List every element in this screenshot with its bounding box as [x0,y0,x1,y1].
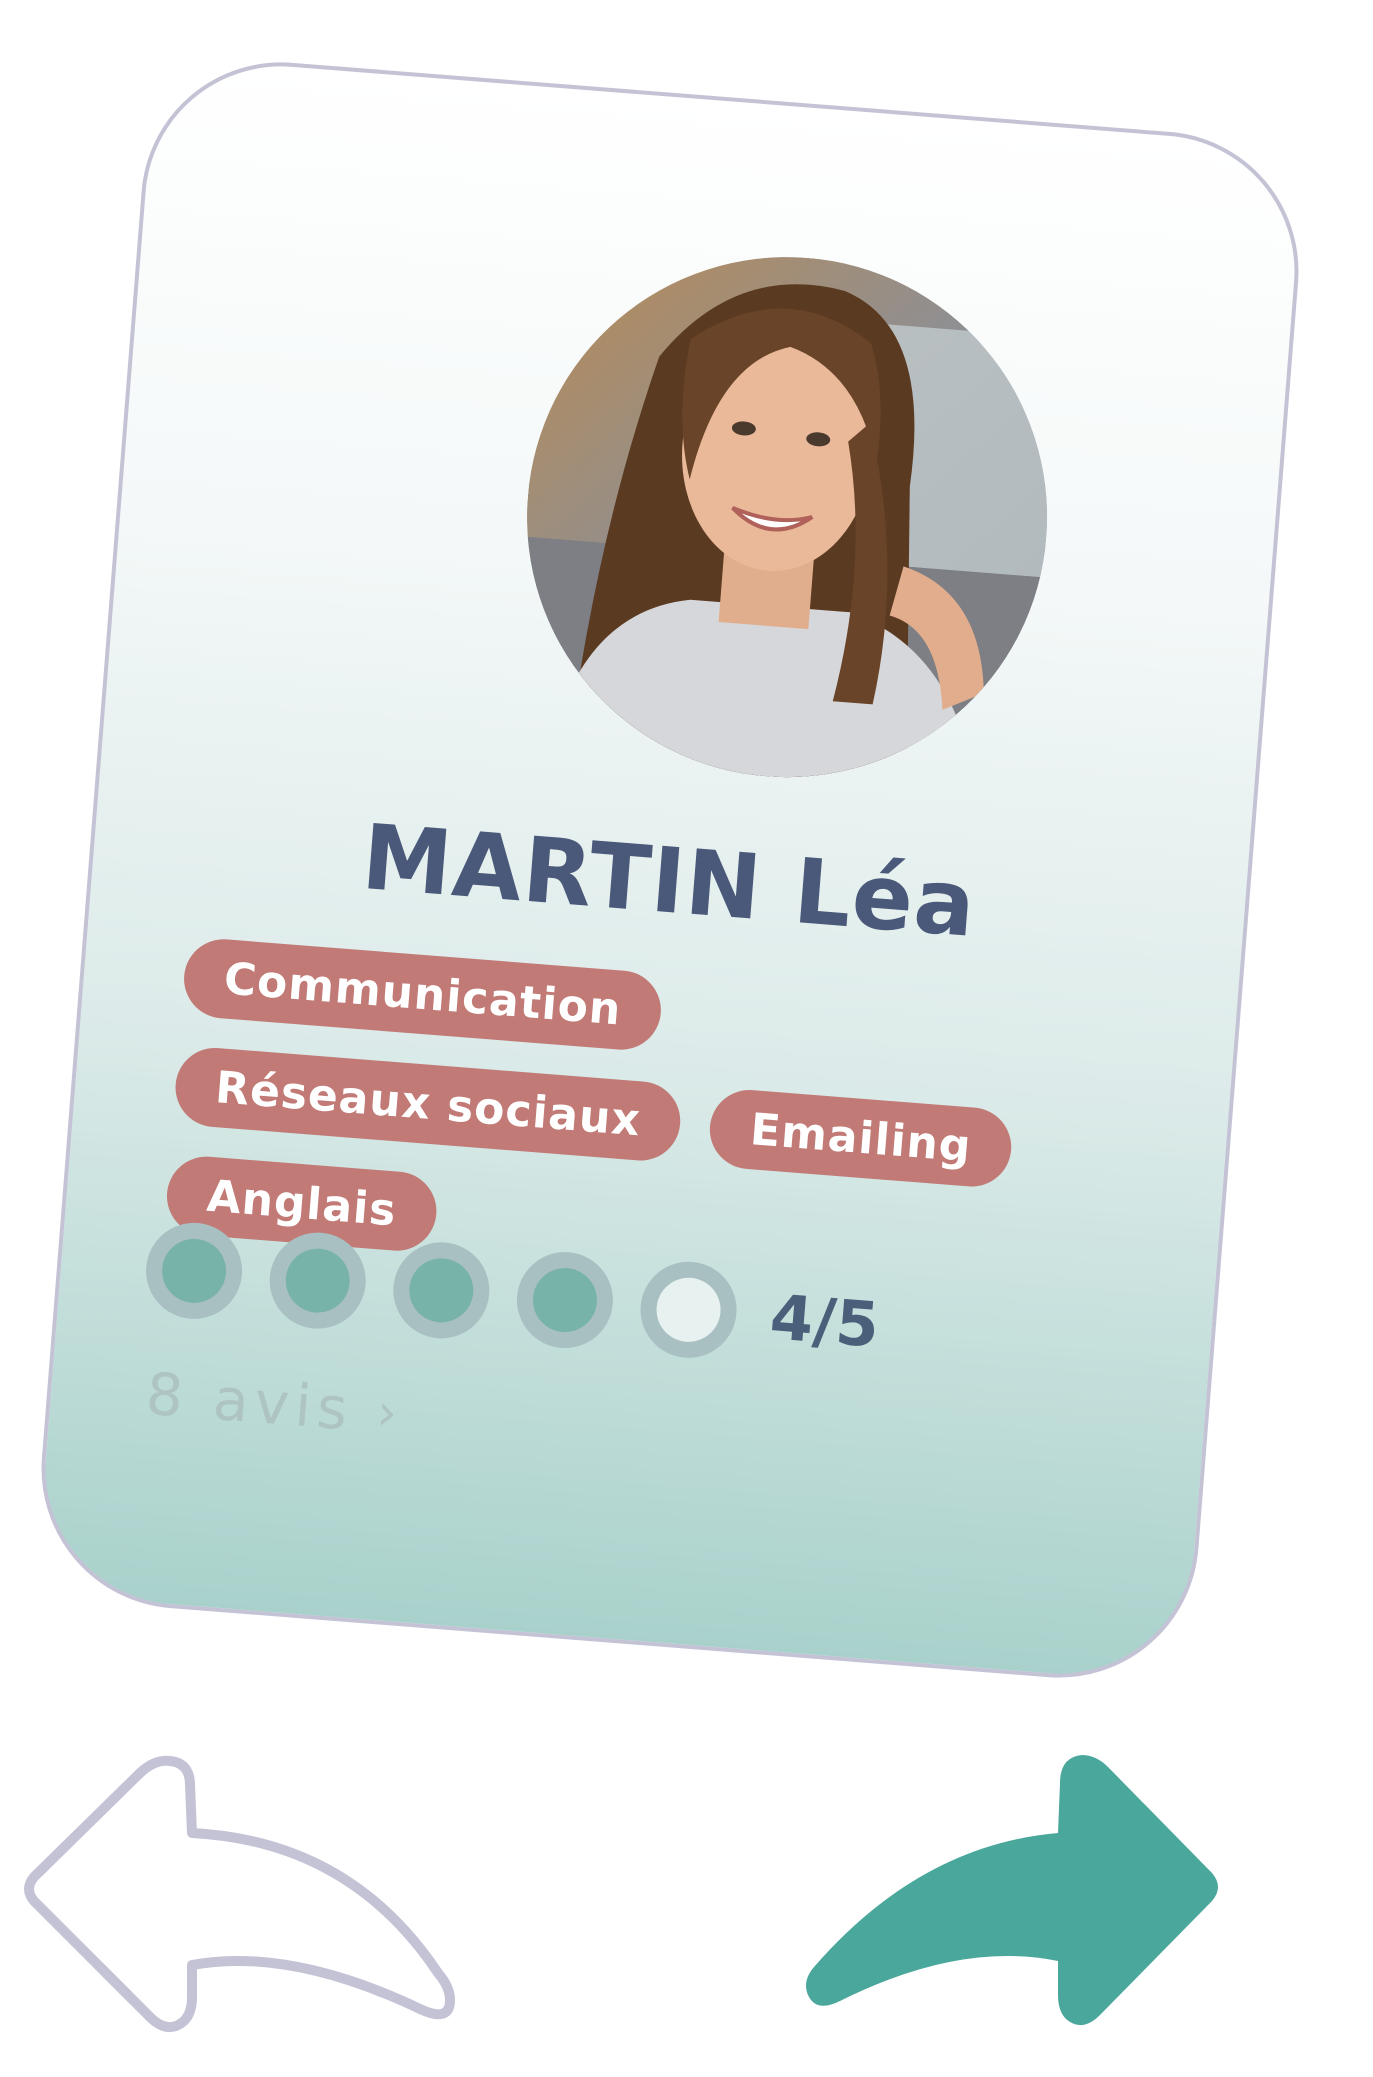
profile-photo [507,237,1067,797]
profile-card[interactable]: MARTIN Léa Communication Réseaux sociaux… [30,51,1310,1689]
reviews-count: 8 avis [143,1359,356,1444]
arrow-forward-icon[interactable] [800,1755,1230,2075]
arrow-back-icon[interactable] [20,1755,460,2077]
screen: MARTIN Léa Communication Réseaux sociaux… [0,0,1373,2077]
avatar [507,237,1067,797]
skill-tag-social-media[interactable]: Réseaux sociaux [172,1044,684,1164]
chevron-right-icon: › [374,1382,400,1443]
rating-dot [389,1238,493,1342]
skill-tag-communication[interactable]: Communication [181,936,665,1053]
reviews-link[interactable]: 8 avis › [144,1360,400,1448]
skill-tag-emailing[interactable]: Emailing [707,1087,1015,1190]
rating-dot [266,1229,370,1333]
rating-dot [513,1248,617,1352]
rating-dot [142,1219,246,1323]
rating-score: 4/5 [767,1279,882,1362]
rating-dot [636,1258,741,1362]
